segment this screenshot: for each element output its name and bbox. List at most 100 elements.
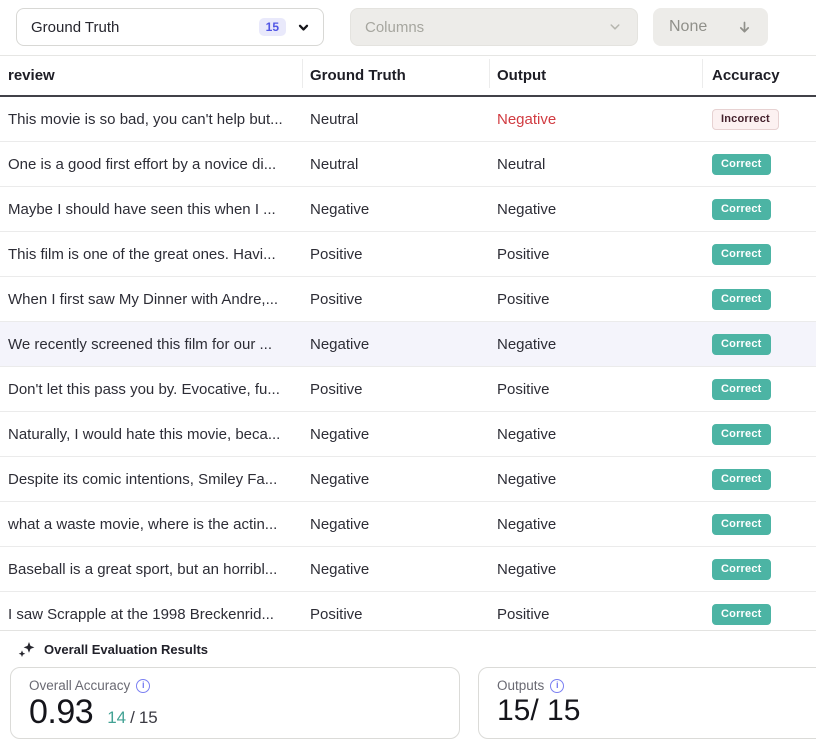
output-cell: Positive [490, 246, 703, 263]
overall-accuracy-value-row: 0.93 14 / 15 [29, 694, 441, 730]
accuracy-fraction-denominator: 15 [139, 708, 158, 728]
overall-results-title: Overall Evaluation Results [44, 642, 208, 657]
table-row[interactable]: One is a good first effort by a novice d… [0, 142, 816, 187]
table-header: review Ground Truth Output Accuracy [0, 55, 816, 97]
outputs-value: 15/ 15 [497, 694, 580, 728]
sort-direction-button[interactable]: None [653, 8, 768, 46]
review-cell: This film is one of the great ones. Havi… [0, 246, 303, 263]
table-row[interactable]: Maybe I should have seen this when I ...… [0, 187, 816, 232]
info-icon[interactable] [136, 679, 150, 693]
review-cell: Baseball is a great sport, but an horrib… [0, 561, 303, 578]
toolbar: Ground Truth 15 Columns None [0, 0, 816, 55]
ground-truth-cell: Positive [303, 606, 490, 623]
accuracy-badge: Correct [712, 559, 771, 580]
overall-accuracy-value: 0.93 [29, 694, 93, 730]
accuracy-badge: Correct [712, 514, 771, 535]
output-cell: Positive [490, 381, 703, 398]
sparkle-icon [18, 641, 35, 658]
review-cell: Naturally, I would hate this movie, beca… [0, 426, 303, 443]
accuracy-badge: Incorrect [712, 109, 779, 130]
accuracy-fraction-numerator: 14 [107, 708, 126, 728]
output-cell: Negative [490, 336, 703, 353]
output-cell: Negative [490, 111, 703, 128]
accuracy-badge: Correct [712, 469, 771, 490]
arrow-down-icon [737, 20, 752, 35]
info-icon[interactable] [550, 679, 564, 693]
output-cell: Negative [490, 516, 703, 533]
ground-truth-cell: Neutral [303, 156, 490, 173]
accuracy-badge: Correct [712, 379, 771, 400]
accuracy-badge: Correct [712, 154, 771, 175]
table-row[interactable]: When I first saw My Dinner with Andre,..… [0, 277, 816, 322]
ground-truth-cell: Positive [303, 381, 490, 398]
ground-truth-cell: Negative [303, 336, 490, 353]
accuracy-cell: Correct [703, 469, 816, 490]
table-row[interactable]: This film is one of the great ones. Havi… [0, 232, 816, 277]
review-cell: Despite its comic intentions, Smiley Fa.… [0, 471, 303, 488]
output-cell: Neutral [490, 156, 703, 173]
overall-accuracy-card: Overall Accuracy 0.93 14 / 15 [10, 667, 460, 739]
table-body: This movie is so bad, you can't help but… [0, 97, 816, 637]
overall-results-header: Overall Evaluation Results [0, 631, 816, 658]
ground-truth-cell: Negative [303, 471, 490, 488]
accuracy-fraction: 14 / 15 [107, 708, 158, 728]
review-cell: We recently screened this film for our .… [0, 336, 303, 353]
accuracy-cell: Incorrect [703, 109, 816, 130]
table-row[interactable]: We recently screened this film for our .… [0, 322, 816, 367]
outputs-value-row: 15/ 15 [497, 694, 816, 728]
accuracy-badge: Correct [712, 289, 771, 310]
output-cell: Negative [490, 426, 703, 443]
review-cell: This movie is so bad, you can't help but… [0, 111, 303, 128]
output-cell: Negative [490, 201, 703, 218]
ground-truth-cell: Neutral [303, 111, 490, 128]
accuracy-cell: Correct [703, 424, 816, 445]
accuracy-badge: Correct [712, 604, 771, 625]
accuracy-cell: Correct [703, 154, 816, 175]
column-header-ground-truth: Ground Truth [303, 56, 490, 95]
accuracy-badge: Correct [712, 334, 771, 355]
accuracy-fraction-slash: / [130, 708, 135, 728]
ground-truth-cell: Negative [303, 561, 490, 578]
ground-truth-cell: Negative [303, 426, 490, 443]
row-count-badge: 15 [259, 18, 286, 36]
column-header-review: review [0, 56, 303, 95]
table-row[interactable]: what a waste movie, where is the actin..… [0, 502, 816, 547]
ground-truth-cell: Negative [303, 516, 490, 533]
accuracy-badge: Correct [712, 244, 771, 265]
outputs-card: Outputs 15/ 15 [478, 667, 816, 739]
overall-results-panel: Overall Evaluation Results Overall Accur… [0, 630, 816, 747]
accuracy-cell: Correct [703, 559, 816, 580]
accuracy-cell: Correct [703, 244, 816, 265]
accuracy-badge: Correct [712, 424, 771, 445]
sort-button-label: None [669, 18, 707, 36]
accuracy-cell: Correct [703, 514, 816, 535]
ground-truth-cell: Negative [303, 201, 490, 218]
output-cell: Negative [490, 561, 703, 578]
columns-select[interactable]: Columns [350, 8, 638, 46]
output-cell: Negative [490, 471, 703, 488]
accuracy-cell: Correct [703, 604, 816, 625]
ground-truth-select[interactable]: Ground Truth 15 [16, 8, 324, 46]
overall-accuracy-label-row: Overall Accuracy [29, 678, 441, 693]
accuracy-cell: Correct [703, 289, 816, 310]
table-row[interactable]: Naturally, I would hate this movie, beca… [0, 412, 816, 457]
review-cell: I saw Scrapple at the 1998 Breckenrid... [0, 606, 303, 623]
review-cell: Maybe I should have seen this when I ... [0, 201, 303, 218]
table-row[interactable]: Baseball is a great sport, but an horrib… [0, 547, 816, 592]
ground-truth-select-right: 15 [259, 18, 311, 36]
chevron-down-icon [296, 20, 311, 35]
overall-accuracy-label: Overall Accuracy [29, 678, 130, 693]
output-cell: Positive [490, 291, 703, 308]
table-row[interactable]: This movie is so bad, you can't help but… [0, 97, 816, 142]
table-row[interactable]: Don't let this pass you by. Evocative, f… [0, 367, 816, 412]
accuracy-cell: Correct [703, 199, 816, 220]
accuracy-cell: Correct [703, 379, 816, 400]
column-header-output: Output [490, 56, 703, 95]
columns-select-placeholder: Columns [365, 19, 424, 36]
ground-truth-cell: Positive [303, 246, 490, 263]
table-row[interactable]: Despite its comic intentions, Smiley Fa.… [0, 457, 816, 502]
review-cell: Don't let this pass you by. Evocative, f… [0, 381, 303, 398]
review-cell: what a waste movie, where is the actin..… [0, 516, 303, 533]
accuracy-cell: Correct [703, 334, 816, 355]
outputs-label-row: Outputs [497, 678, 816, 693]
